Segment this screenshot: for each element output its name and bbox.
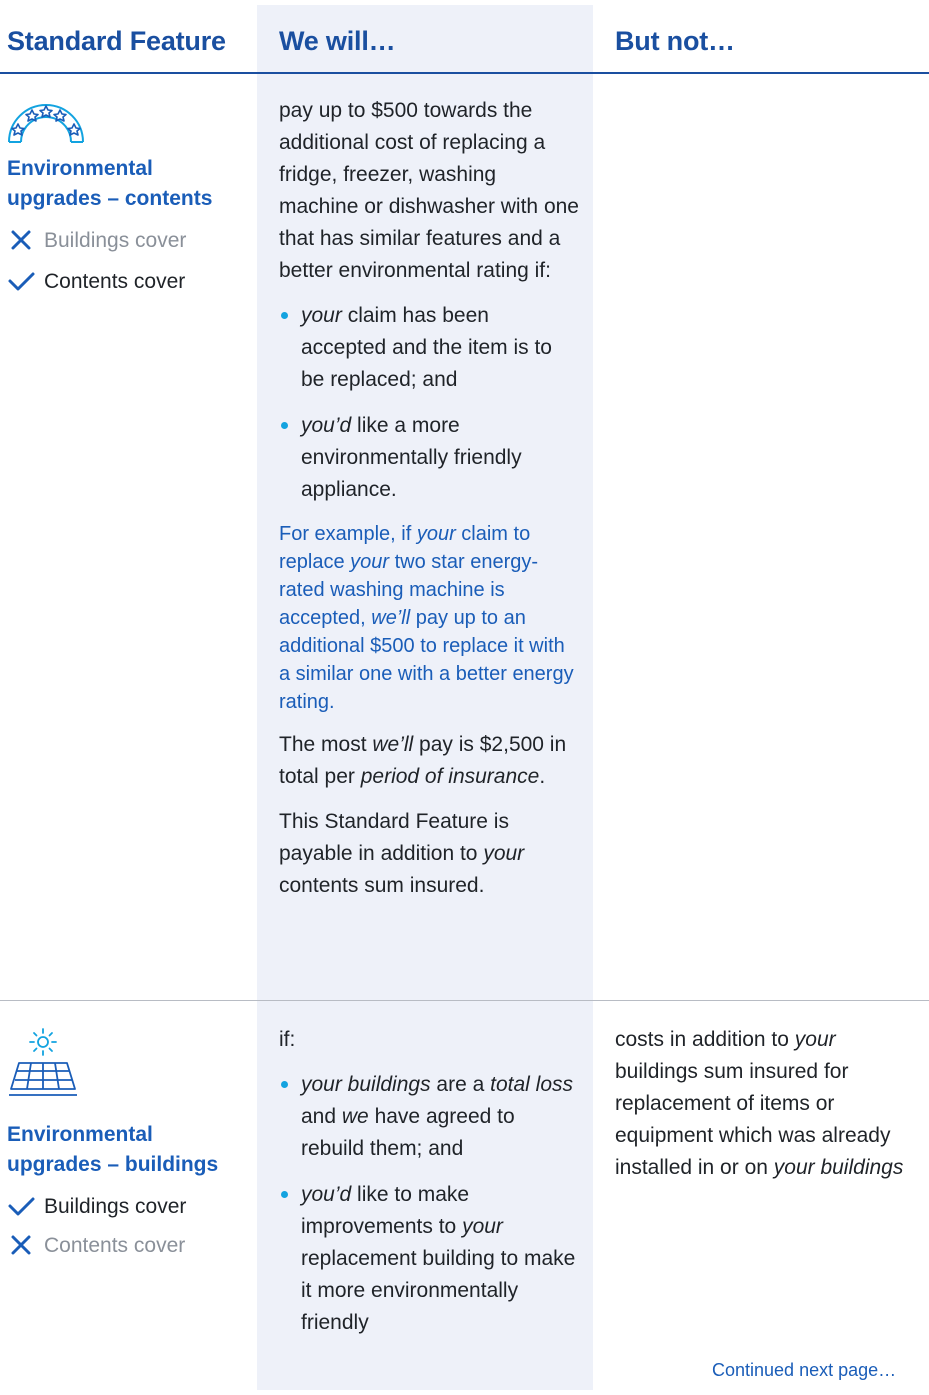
cross-icon: [7, 226, 37, 256]
continued-next-page: Continued next page…: [712, 1360, 897, 1380]
buildings-cover-included: Buildings cover: [7, 1192, 186, 1222]
feature-title-buildings: Environmental upgrades – buildings: [7, 1120, 218, 1180]
feature-title-line2: upgrades – contents: [7, 187, 213, 210]
check-icon: [7, 267, 37, 297]
feature-title-contents: Environmental upgrades – contents: [7, 154, 212, 214]
exclusion-text: costs in addition to your buildings sum …: [615, 1024, 905, 1184]
defined-term: your buildings: [301, 1073, 431, 1096]
defined-term: we: [341, 1105, 369, 1128]
list-item: your claim has been accepted and the ite…: [279, 300, 579, 396]
cover-label: Contents cover: [44, 270, 186, 293]
text: costs in addition to: [615, 1028, 795, 1051]
defined-term: your: [483, 842, 525, 865]
condition-list: your claim has been accepted and the ite…: [279, 300, 579, 506]
feature-title-line1: Environmental: [7, 157, 153, 180]
cover-label: Contents cover: [44, 1234, 186, 1257]
feature-title-line1: Environmental: [7, 1123, 153, 1146]
cover-label: Buildings cover: [44, 229, 187, 252]
defined-term: your: [416, 523, 456, 545]
defined-term: your: [301, 304, 342, 327]
will-intro: if:: [279, 1028, 296, 1051]
we-will-contents: pay up to $500 towards the additional co…: [279, 95, 579, 915]
but-not-buildings: costs in addition to your buildings sum …: [615, 1024, 905, 1197]
defined-term: your: [462, 1215, 503, 1238]
text: This Standard Feature is payable in addi…: [279, 810, 509, 865]
text: contents sum insured.: [279, 874, 485, 897]
defined-term: you’d: [301, 414, 352, 437]
star-rating-rainbow-icon: [5, 100, 87, 151]
will-intro: pay up to $500 towards the additional co…: [279, 99, 579, 282]
header-standard-feature: Standard Feature: [7, 26, 226, 56]
header-divider: [0, 72, 929, 74]
text: .: [539, 765, 546, 788]
solar-panel-icon: [5, 1025, 81, 1106]
list-item: you’d like to make improvements to your …: [279, 1179, 579, 1339]
text: The most: [279, 733, 373, 756]
buildings-cover-excluded: Buildings cover: [7, 226, 186, 256]
feature-title-line2: upgrades – buildings: [7, 1153, 219, 1176]
additional-text: This Standard Feature is payable in addi…: [279, 806, 579, 902]
list-item: you’d like a more environmentally friend…: [279, 410, 579, 506]
we-will-buildings: if: your buildings are a total loss and …: [279, 1024, 579, 1353]
cover-label: Buildings cover: [44, 1195, 187, 1218]
header-but-not: But not…: [615, 26, 735, 56]
list-text: replacement building to make it more env…: [301, 1247, 576, 1334]
defined-term: your buildings: [773, 1156, 904, 1179]
defined-term: we’ll: [372, 733, 414, 756]
defined-term: total loss: [490, 1073, 574, 1096]
row-divider: [0, 1000, 929, 1001]
cross-icon: [7, 1231, 37, 1261]
header-we-will: We will…: [279, 26, 396, 56]
list-text: are a: [430, 1073, 491, 1096]
list-item: your buildings are a total loss and we h…: [279, 1069, 579, 1165]
condition-list: your buildings are a total loss and we h…: [279, 1069, 579, 1339]
defined-term: your: [350, 551, 390, 573]
defined-term: period of insurance: [360, 765, 540, 788]
list-text: and: [301, 1105, 342, 1128]
contents-cover-excluded: Contents cover: [7, 1231, 185, 1261]
text: For example, if: [279, 523, 417, 545]
check-icon: [7, 1192, 37, 1222]
example-text: For example, if your claim to replace yo…: [279, 520, 579, 716]
contents-cover-included: Contents cover: [7, 267, 185, 297]
defined-term: we’ll: [371, 607, 411, 629]
maximum-text: The most we’ll pay is $2,500 in total pe…: [279, 729, 579, 793]
defined-term: you’d: [301, 1183, 352, 1206]
defined-term: your: [794, 1028, 836, 1051]
